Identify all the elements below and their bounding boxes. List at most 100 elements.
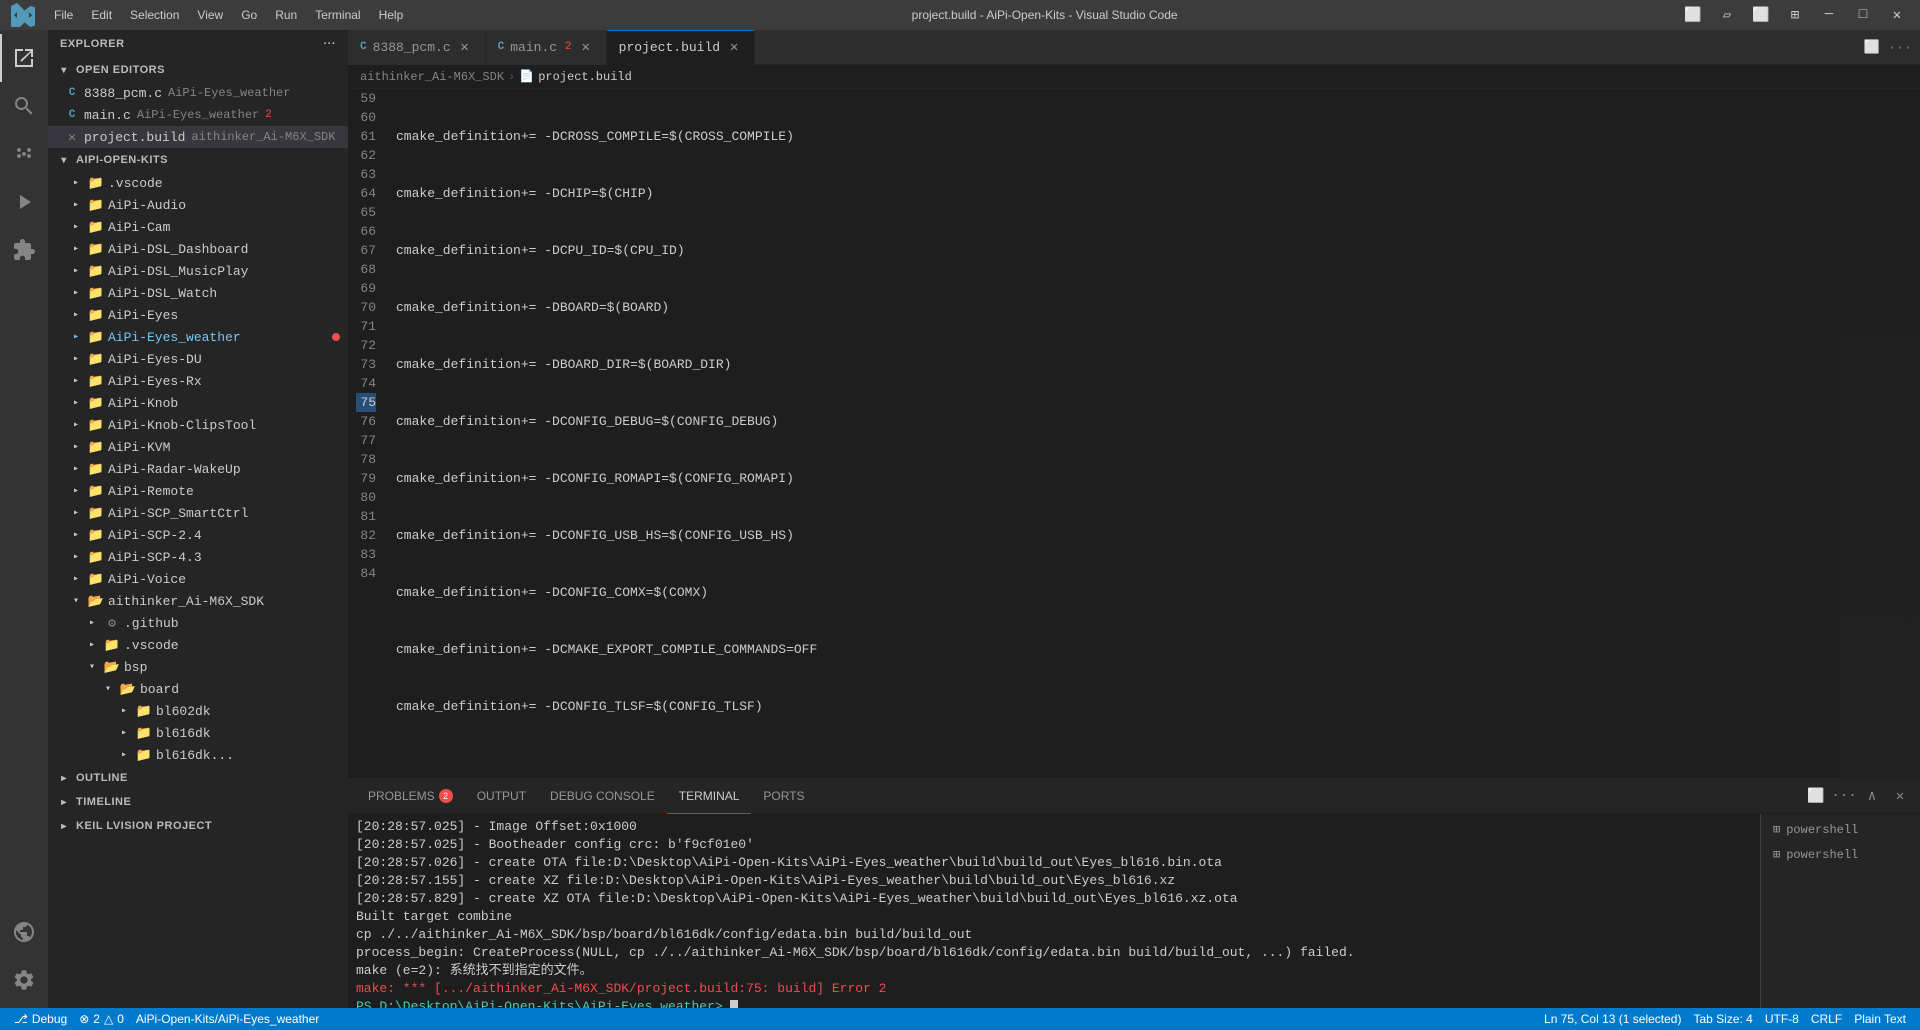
- folder-bl602dk[interactable]: ▸ 📁 bl602dk: [48, 700, 348, 722]
- folder-vscode[interactable]: ▸ 📁 .vscode: [48, 172, 348, 194]
- folder-icon: 📁: [136, 703, 152, 719]
- minimize-btn[interactable]: ─: [1814, 0, 1844, 30]
- breadcrumb-sdk[interactable]: aithinker_Ai-M6X_SDK: [360, 70, 504, 84]
- code-content[interactable]: cmake_definition+= -DCROSS_COMPILE=$(CRO…: [388, 89, 1840, 778]
- activity-extensions[interactable]: [0, 226, 48, 274]
- folder-dsl-watch[interactable]: ▸ 📁 AiPi-DSL_Watch: [48, 282, 348, 304]
- panel-tab-terminal[interactable]: TERMINAL: [667, 779, 752, 814]
- panel-more-btn[interactable]: ···: [1832, 784, 1856, 808]
- chevron-right-icon: ▸: [68, 527, 84, 543]
- status-remote[interactable]: AiPi-Open-Kits/AiPi-Eyes_weather: [130, 1008, 325, 1030]
- tab-project-build[interactable]: project.build ✕: [607, 30, 755, 65]
- panel-tab-ports[interactable]: PORTS: [751, 779, 816, 814]
- folder-bl616dk2[interactable]: ▸ 📁 bl616dk...: [48, 744, 348, 766]
- split-editor-btn[interactable]: ⬜: [1860, 35, 1884, 59]
- split-editor-btn[interactable]: ⬜: [1746, 0, 1776, 30]
- folder-audio[interactable]: ▸ 📁 AiPi-Audio: [48, 194, 348, 216]
- layout-btn[interactable]: ⊞: [1780, 0, 1810, 30]
- status-encoding[interactable]: UTF-8: [1759, 1008, 1805, 1030]
- menu-run[interactable]: Run: [267, 6, 305, 24]
- menu-help[interactable]: Help: [371, 6, 412, 24]
- sidebar-toggle-btn[interactable]: ⬜: [1678, 0, 1708, 30]
- panel-area: [20:28:57.025] - Image Offset:0x1000 [20…: [348, 814, 1920, 1008]
- folder-voice[interactable]: ▸ 📁 AiPi-Voice: [48, 568, 348, 590]
- keil-header[interactable]: ▸ KEIL LVISION PROJECT: [48, 814, 348, 838]
- panel-tab-problems[interactable]: PROBLEMS 2: [356, 779, 465, 814]
- folder-knob-clips[interactable]: ▸ 📁 AiPi-Knob-ClipsTool: [48, 414, 348, 436]
- menu-file[interactable]: File: [46, 6, 81, 24]
- ps-tab-2[interactable]: ⊞ powershell: [1765, 843, 1916, 866]
- activity-remote[interactable]: [0, 908, 48, 956]
- menu-go[interactable]: Go: [233, 6, 265, 24]
- menu-edit[interactable]: Edit: [83, 6, 120, 24]
- open-editors-header[interactable]: ▾ OPEN EDITORS: [48, 58, 348, 82]
- panel-close-btn[interactable]: ✕: [1888, 784, 1912, 808]
- folder-dsl-dashboard[interactable]: ▸ 📁 AiPi-DSL_Dashboard: [48, 238, 348, 260]
- activity-explorer[interactable]: [0, 34, 48, 82]
- project-section-header[interactable]: ▾ AIPI-OPEN-KITS: [48, 148, 348, 172]
- panel-chevron-up-btn[interactable]: ∧: [1860, 784, 1884, 808]
- folder-eyes-du[interactable]: ▸ 📁 AiPi-Eyes-DU: [48, 348, 348, 370]
- menu-terminal[interactable]: Terminal: [307, 6, 368, 24]
- panel-tab-debug-console[interactable]: DEBUG CONSOLE: [538, 779, 667, 814]
- folder-board[interactable]: ▾ 📂 board: [48, 678, 348, 700]
- activity-source-control[interactable]: [0, 130, 48, 178]
- tab-close-project-build[interactable]: ✕: [726, 40, 742, 56]
- maximize-btn[interactable]: □: [1848, 0, 1878, 30]
- open-editor-8388[interactable]: C 8388_pcm.c AiPi-Eyes_weather: [48, 82, 348, 104]
- folder-sdk[interactable]: ▾ 📂 aithinker_Ai-M6X_SDK: [48, 590, 348, 612]
- folder-kvm[interactable]: ▸ 📁 AiPi-KVM: [48, 436, 348, 458]
- menu-selection[interactable]: Selection: [122, 6, 187, 24]
- folder-radar[interactable]: ▸ 📁 AiPi-Radar-WakeUp: [48, 458, 348, 480]
- folder-github[interactable]: ▸ ⚙ .github: [48, 612, 348, 634]
- folder-dsl-musicplay[interactable]: ▸ 📁 AiPi-DSL_MusicPlay: [48, 260, 348, 282]
- folder-bl616dk[interactable]: ▸ 📁 bl616dk: [48, 722, 348, 744]
- status-branch[interactable]: ⎇ Debug: [8, 1008, 73, 1030]
- folder-eyes-rx[interactable]: ▸ 📁 AiPi-Eyes-Rx: [48, 370, 348, 392]
- panel-layout-btn[interactable]: ▱: [1712, 0, 1742, 30]
- folder-scp-smart[interactable]: ▸ 📁 AiPi-SCP_SmartCtrl: [48, 502, 348, 524]
- c-file-icon: C: [64, 85, 80, 101]
- folder-cam[interactable]: ▸ 📁 AiPi-Cam: [48, 216, 348, 238]
- activity-run[interactable]: [0, 178, 48, 226]
- close-small-icon[interactable]: ✕: [64, 129, 80, 145]
- tab-close-8388[interactable]: ✕: [457, 39, 473, 55]
- close-btn[interactable]: ✕: [1882, 0, 1912, 30]
- terminal-content[interactable]: [20:28:57.025] - Image Offset:0x1000 [20…: [348, 814, 1760, 1008]
- folder-eyes[interactable]: ▸ 📁 AiPi-Eyes: [48, 304, 348, 326]
- activity-search[interactable]: [0, 82, 48, 130]
- status-position[interactable]: Ln 75, Col 13 (1 selected): [1538, 1008, 1687, 1030]
- menu-view[interactable]: View: [189, 6, 231, 24]
- breadcrumb-file[interactable]: 📄project.build: [519, 69, 632, 84]
- main-area: EXPLORER ··· ▾ OPEN EDITORS C 8388_pcm.c…: [0, 30, 1920, 1008]
- status-bar: ⎇ Debug ⊗ 2 △ 0 AiPi-Open-Kits/AiPi-Eyes…: [0, 1008, 1920, 1030]
- status-eol[interactable]: CRLF: [1805, 1008, 1848, 1030]
- folder-scp43[interactable]: ▸ 📁 AiPi-SCP-4.3: [48, 546, 348, 568]
- folder-vscode2[interactable]: ▸ 📁 .vscode: [48, 634, 348, 656]
- folder-knob[interactable]: ▸ 📁 AiPi-Knob: [48, 392, 348, 414]
- more-actions-btn[interactable]: ···: [1888, 35, 1912, 59]
- panel-layout-btn[interactable]: ⬜: [1804, 784, 1828, 808]
- open-editor-main[interactable]: C main.c AiPi-Eyes_weather 2: [48, 104, 348, 126]
- tab-close-main[interactable]: ✕: [578, 39, 594, 55]
- folder-eyes-weather[interactable]: ▸ 📁 AiPi-Eyes_weather: [48, 326, 348, 348]
- status-tabsize-label: Tab Size: 4: [1693, 1012, 1752, 1026]
- code-line-61: cmake_definition+= -DCPU_ID=$(CPU_ID): [396, 241, 1840, 260]
- outline-header[interactable]: ▸ OUTLINE: [48, 766, 348, 790]
- tab-8388-pcm[interactable]: C 8388_pcm.c ✕: [348, 30, 486, 65]
- status-tabsize[interactable]: Tab Size: 4: [1687, 1008, 1758, 1030]
- status-errors[interactable]: ⊗ 2 △ 0: [73, 1008, 130, 1030]
- timeline-header[interactable]: ▸ TIMELINE: [48, 790, 348, 814]
- chevron-right-icon: ▸: [56, 818, 72, 834]
- folder-scp24[interactable]: ▸ 📁 AiPi-SCP-2.4: [48, 524, 348, 546]
- folder-bsp[interactable]: ▾ 📂 bsp: [48, 656, 348, 678]
- tab-main-c[interactable]: C main.c 2 ✕: [486, 30, 607, 65]
- ps-tab-1[interactable]: ⊞ powershell: [1765, 818, 1916, 841]
- terminal-line-10: make: *** [.../aithinker_Ai-M6X_SDK/proj…: [356, 980, 1752, 998]
- open-editor-project-build[interactable]: ✕ project.build aithinker_Ai-M6X_SDK: [48, 126, 348, 148]
- panel-tab-output[interactable]: OUTPUT: [465, 779, 538, 814]
- sidebar-more-btn[interactable]: ···: [324, 38, 337, 50]
- folder-remote[interactable]: ▸ 📁 AiPi-Remote: [48, 480, 348, 502]
- status-language[interactable]: Plain Text: [1848, 1008, 1912, 1030]
- activity-settings[interactable]: [0, 956, 48, 1004]
